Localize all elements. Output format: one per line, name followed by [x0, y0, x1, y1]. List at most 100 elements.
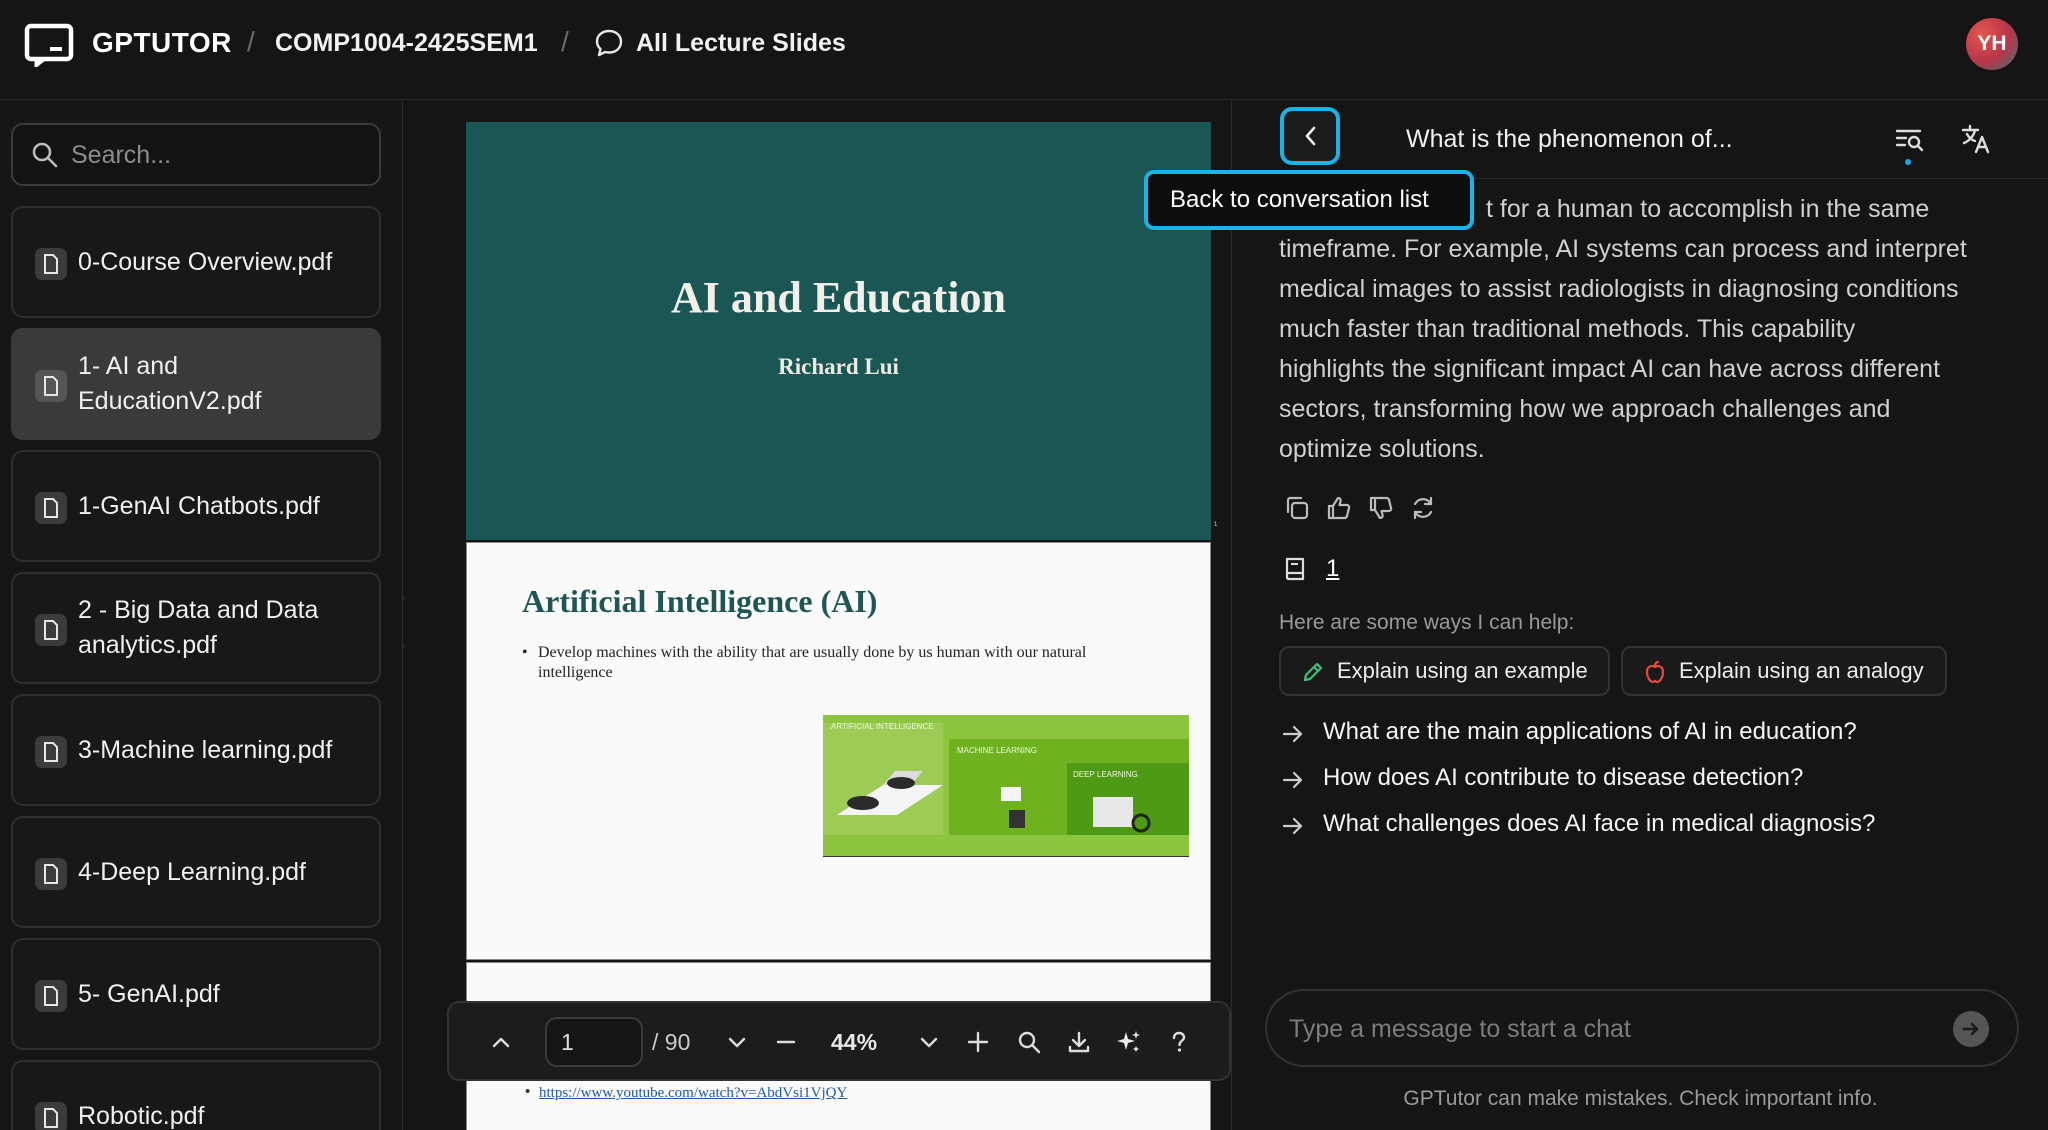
search-input[interactable] [71, 137, 361, 173]
zoom-in-button[interactable] [961, 1025, 995, 1059]
chevron-up-icon [492, 1037, 510, 1048]
answer-line: sectors, transforming how we approach ch… [1279, 395, 1891, 423]
search-conversation-icon[interactable] [1894, 125, 1924, 155]
slide-page-number: 1 [1214, 522, 1218, 528]
reference-link[interactable]: 1 [1326, 555, 1339, 583]
file-item[interactable]: Robotic.pdf [11, 1060, 381, 1130]
video-link[interactable]: https://www.youtube.com/watch?v=AbdVsi1V… [539, 1085, 847, 1102]
pdf-toolbar: / 90 44% [447, 1001, 1231, 1081]
file-item[interactable]: 1-GenAI Chatbots.pdf [11, 450, 381, 562]
chevron-down-icon [920, 1037, 938, 1048]
breadcrumb-separator: / [247, 26, 255, 57]
file-item[interactable]: 5- GenAI.pdf [11, 938, 381, 1050]
file-label: Robotic.pdf [78, 1101, 205, 1130]
answer-line: timeframe. For example, AI systems can p… [1279, 235, 1967, 263]
file-icon [35, 492, 67, 524]
thumbs-up-icon[interactable] [1326, 495, 1352, 526]
notification-dot [1905, 159, 1911, 165]
back-button-tooltip: Back to conversation list [1144, 170, 1474, 230]
file-label: 3-Machine learning.pdf [78, 735, 333, 764]
sparkles-icon [1117, 1031, 1140, 1052]
file-sidebar: 0-Course Overview.pdf 1- AI and Educatio… [0, 101, 403, 1130]
arrow-right-icon [1282, 725, 1303, 743]
download-button[interactable] [1062, 1025, 1096, 1059]
brand-name[interactable]: GPTUTOR [92, 27, 232, 59]
chevron-down-icon [728, 1037, 746, 1048]
slide-page-1: AI and Education Richard Lui 1 [466, 122, 1217, 540]
file-label: 1-GenAI Chatbots.pdf [78, 491, 320, 520]
translate-icon[interactable] [1960, 123, 1992, 155]
breadcrumb-section[interactable]: All Lecture Slides [636, 29, 846, 58]
file-item[interactable]: 3-Machine learning.pdf [11, 694, 381, 806]
search-document-button[interactable] [1012, 1025, 1046, 1059]
chat-panel: t for a human to accomplish in the same … [1231, 101, 2048, 1130]
arrow-right-icon [1282, 771, 1303, 789]
minus-icon [776, 1040, 796, 1044]
explain-analogy-button[interactable]: Explain using an analogy [1621, 646, 1947, 696]
back-to-conversations-button[interactable] [1280, 107, 1340, 165]
file-item-active[interactable]: 1- AI and EducationV2.pdf [11, 328, 381, 440]
answer-line: medical images to assist radiologists in… [1279, 275, 1959, 303]
suggested-question[interactable]: What challenges does AI face in medical … [1279, 810, 1875, 838]
search-box[interactable] [11, 123, 381, 186]
file-icon [35, 736, 67, 768]
slide-bullet-dot: • [525, 1083, 531, 1100]
search-icon [32, 142, 58, 168]
file-item[interactable]: 0-Course Overview.pdf [11, 206, 381, 318]
suggestion-text: How does AI contribute to disease detect… [1323, 764, 1804, 791]
previous-page-button[interactable] [484, 1025, 518, 1059]
question-mark-icon [1172, 1031, 1186, 1052]
ai-ml-dl-diagram: ARTIFICIAL INTELLIGENCE MACHINE LEARNING… [823, 715, 1189, 857]
breadcrumb-separator: / [561, 26, 569, 57]
file-item[interactable]: 4-Deep Learning.pdf [11, 816, 381, 928]
page-total: / 90 [652, 1029, 691, 1055]
page-number-input[interactable] [545, 1017, 643, 1067]
copy-icon[interactable] [1284, 495, 1310, 526]
chip-label: Explain using an example [1337, 658, 1588, 683]
zoom-dropdown-button[interactable] [912, 1025, 946, 1059]
conversation-title: What is the phenomenon of... [1406, 125, 1733, 153]
answer-line: optimize solutions. [1279, 435, 1485, 463]
arrow-right-icon [1962, 1022, 1979, 1036]
suggested-question[interactable]: What are the main applications of AI in … [1279, 718, 1857, 746]
pdf-viewer[interactable]: AI and Education Richard Lui 1 Artificia… [404, 101, 1230, 1130]
file-icon [35, 858, 67, 890]
thumbs-down-icon[interactable] [1368, 495, 1394, 526]
zoom-level[interactable]: 44% [831, 1029, 877, 1056]
file-icon [35, 980, 67, 1012]
file-icon [35, 370, 67, 402]
suggested-question[interactable]: How does AI contribute to disease detect… [1279, 764, 1803, 792]
user-avatar[interactable]: YH [1966, 18, 2018, 70]
suggestion-text: What are the main applications of AI in … [1323, 718, 1857, 745]
download-icon [1068, 1031, 1090, 1053]
book-icon [1285, 557, 1305, 581]
breadcrumb-course[interactable]: COMP1004-2425SEM1 [275, 29, 538, 58]
help-button[interactable] [1162, 1025, 1196, 1059]
chevron-left-icon [1305, 126, 1316, 146]
pencil-icon [1303, 662, 1323, 682]
fig-label-ai: ARTIFICIAL INTELLIGENCE [831, 722, 934, 731]
message-composer[interactable] [1265, 989, 2019, 1067]
references [1282, 556, 1308, 587]
disclaimer-text: GPTutor can make mistakes. Check importa… [1403, 1087, 1878, 1110]
slide-title: Artificial Intelligence (AI) [522, 583, 878, 619]
file-item[interactable]: 2 - Big Data and Data analytics.pdf [11, 572, 381, 684]
answer-line: highlights the significant impact AI can… [1279, 355, 1941, 383]
file-label: 5- GenAI.pdf [78, 979, 220, 1008]
file-icon [35, 1102, 67, 1130]
plus-icon [967, 1031, 989, 1053]
explain-example-button[interactable]: Explain using an example [1279, 646, 1610, 696]
send-button[interactable] [1953, 1011, 1989, 1047]
zoom-out-button[interactable] [769, 1025, 803, 1059]
next-page-button[interactable] [720, 1025, 754, 1059]
chat-bubble-icon [595, 29, 623, 57]
slide-author: Richard Lui [778, 354, 899, 379]
fig-label-dl: DEEP LEARNING [1073, 770, 1138, 779]
help-label: Here are some ways I can help: [1279, 611, 1575, 634]
message-input[interactable] [1289, 1009, 1929, 1049]
ai-assist-button[interactable] [1112, 1025, 1146, 1059]
regenerate-icon[interactable] [1410, 495, 1436, 526]
file-label: 1- AI and EducationV2.pdf [78, 352, 262, 415]
chip-label: Explain using an analogy [1679, 658, 1924, 683]
gptutor-logo-icon[interactable] [24, 23, 74, 67]
